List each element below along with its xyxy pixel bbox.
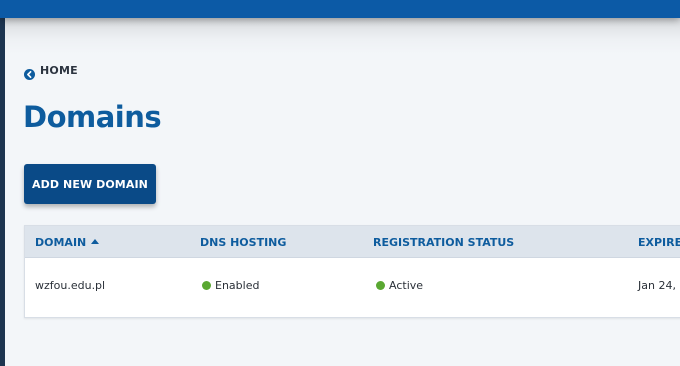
add-new-domain-button[interactable]: ADD NEW DOMAIN <box>24 164 156 204</box>
left-sidebar-edge <box>0 18 5 366</box>
expires-cell: Jan 24, 2 <box>638 279 680 292</box>
page-title: Domains <box>23 100 162 134</box>
back-link-label: HOME <box>40 64 78 77</box>
domain-name-cell[interactable]: wzfou.edu.pl <box>35 279 105 292</box>
column-header-registration-status[interactable]: REGISTRATION STATUS <box>373 236 514 249</box>
table-header: DOMAIN DNS HOSTING REGISTRATION STATUS E… <box>25 226 680 258</box>
back-to-home-link[interactable]: HOME <box>24 64 78 80</box>
dns-hosting-value: Enabled <box>215 279 260 292</box>
domains-table: DOMAIN DNS HOSTING REGISTRATION STATUS E… <box>24 225 680 318</box>
column-header-expires[interactable]: EXPIRES <box>638 236 680 249</box>
registration-status-value: Active <box>389 279 424 292</box>
top-navigation-bar <box>0 0 680 18</box>
column-header-domain[interactable]: DOMAIN <box>35 236 100 249</box>
status-dot-icon <box>202 281 211 290</box>
header-shadow <box>0 18 680 54</box>
status-dot-icon <box>376 281 385 290</box>
dns-hosting-cell: Enabled <box>202 279 259 292</box>
registration-status-cell: Active <box>376 279 423 292</box>
arrow-left-circle-icon <box>24 65 35 80</box>
column-header-dns-hosting[interactable]: DNS HOSTING <box>200 236 286 249</box>
sort-ascending-icon <box>91 239 100 244</box>
column-header-domain-label: DOMAIN <box>35 236 87 249</box>
